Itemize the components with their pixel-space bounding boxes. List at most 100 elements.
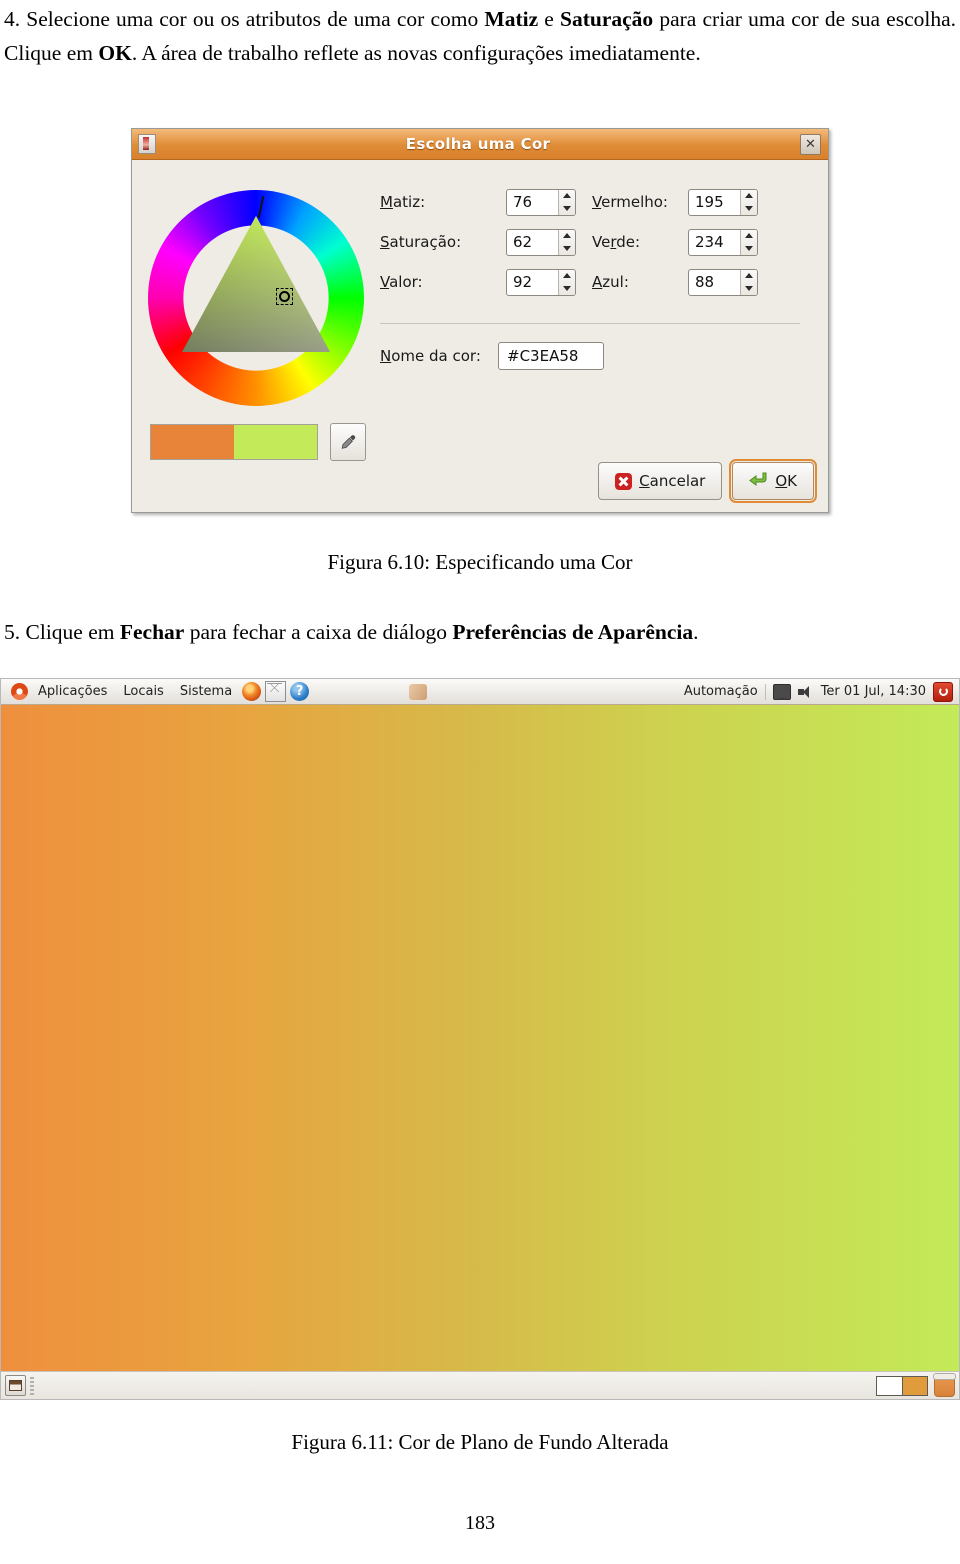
paragraph-4-bold-ok: OK [98, 41, 132, 65]
color-picker-icon [138, 134, 156, 154]
azul-value[interactable]: 88 [689, 270, 740, 295]
cancel-icon [615, 472, 633, 490]
gnome-top-panel[interactable]: Aplicações Locais Sistema ? Automação Te… [1, 679, 959, 705]
power-icon[interactable] [933, 681, 953, 702]
paragraph-5-text-2: para fechar a caixa de diálogo [184, 620, 453, 644]
matiz-spinner[interactable]: 76 [506, 188, 576, 216]
workspace-1[interactable] [877, 1376, 903, 1395]
figure-610-caption: Figura 6.10: Especificando uma Cor [327, 550, 633, 574]
panel-divider [764, 683, 766, 700]
saturacao-value[interactable]: 62 [507, 230, 558, 255]
eyedropper-icon [341, 434, 355, 449]
spin-up-icon[interactable] [563, 273, 571, 279]
panel-applet-icon[interactable] [409, 684, 427, 700]
valor-spinner[interactable]: 92 [506, 268, 576, 296]
label-saturacao: Saturação: [380, 233, 462, 251]
help-icon[interactable]: ? [290, 682, 310, 701]
menu-locais[interactable]: Locais [115, 684, 171, 699]
swatch-row [150, 423, 366, 461]
close-icon[interactable]: ✕ [800, 133, 821, 155]
valor-value[interactable]: 92 [507, 270, 558, 295]
azul-spin-arrows[interactable] [740, 269, 757, 295]
gnome-bottom-panel[interactable] [1, 1371, 959, 1399]
show-desktop-icon[interactable] [5, 1375, 26, 1396]
eyedropper-button[interactable] [330, 423, 366, 461]
dialog-title: Escolha uma Cor [405, 135, 551, 153]
spin-up-icon[interactable] [745, 273, 753, 279]
trash-icon[interactable] [933, 1372, 956, 1397]
color-selection-marker[interactable] [276, 288, 293, 305]
saturation-value-triangle[interactable] [170, 212, 342, 384]
paragraph-5-text-1: Clique em [20, 620, 120, 644]
saturacao-spin-arrows[interactable] [558, 229, 575, 255]
step-number-5: 5. [4, 620, 21, 644]
spin-down-icon[interactable] [563, 285, 571, 291]
firefox-icon[interactable] [242, 682, 262, 701]
dialog-button-row: Cancelar OK [598, 459, 817, 503]
label-vermelho: Vermelho: [592, 193, 668, 211]
color-name-input[interactable]: #C3EA58 [498, 342, 604, 370]
clock-label[interactable]: Ter 01 Jul, 14:30 [821, 684, 926, 699]
ubuntu-logo-icon [11, 683, 28, 700]
verde-spin-arrows[interactable] [740, 229, 757, 255]
instruction-paragraph-5: 5. Clique em Fechar para fechar a caixa … [4, 615, 956, 649]
paragraph-4-bold-saturacao: Saturação [560, 7, 654, 31]
valor-spin-arrows[interactable] [558, 269, 575, 295]
matiz-value[interactable]: 76 [507, 190, 558, 215]
mail-icon[interactable] [265, 681, 287, 702]
desktop-background[interactable] [1, 705, 959, 1371]
section-divider [380, 323, 800, 324]
figure-611-caption: Figura 6.11: Cor de Plano de Fundo Alter… [291, 1430, 669, 1454]
matiz-spin-arrows[interactable] [558, 189, 575, 215]
label-verde: Verde: [592, 233, 641, 251]
page-number: 183 [465, 1512, 495, 1534]
dialog-titlebar[interactable]: Escolha uma Cor ✕ [132, 129, 828, 160]
label-valor: Valor: [380, 273, 423, 291]
ok-button[interactable]: OK [729, 459, 817, 503]
old-color-swatch[interactable] [151, 425, 234, 459]
enter-arrow-icon [749, 471, 768, 491]
spin-down-icon[interactable] [745, 205, 753, 211]
ok-button-label: OK [775, 472, 797, 490]
azul-spinner[interactable]: 88 [688, 268, 758, 296]
field-grid: Matiz: 76 Vermelho: 195 Saturação: 62 Ve… [380, 182, 800, 302]
paragraph-5-text-3: . [693, 620, 699, 644]
workspace-2[interactable] [902, 1376, 927, 1395]
vermelho-spinner[interactable]: 195 [688, 188, 758, 216]
cancel-button[interactable]: Cancelar [598, 462, 723, 500]
panel-grip-handle[interactable] [30, 1376, 34, 1395]
verde-spinner[interactable]: 234 [688, 228, 758, 256]
display-icon[interactable] [772, 683, 791, 700]
paragraph-4-text-4: . A área de trabalho reflete as novas co… [131, 41, 701, 65]
spin-up-icon[interactable] [745, 233, 753, 239]
paragraph-4-text-2: e [538, 7, 561, 31]
saturacao-spinner[interactable]: 62 [506, 228, 576, 256]
color-name-row: Nome da cor: #C3EA58 [380, 342, 604, 370]
volume-icon[interactable] [797, 685, 814, 699]
paragraph-4-bold-matiz: Matiz [484, 7, 539, 31]
spin-down-icon[interactable] [563, 245, 571, 251]
vermelho-value[interactable]: 195 [689, 190, 740, 215]
automation-label[interactable]: Automação [684, 684, 758, 699]
paragraph-4-text-1: Selecione uma cor ou os atributos de uma… [20, 7, 485, 31]
new-color-swatch[interactable] [234, 425, 317, 459]
verde-value[interactable]: 234 [689, 230, 740, 255]
menu-sistema[interactable]: Sistema [172, 684, 240, 699]
spin-up-icon[interactable] [563, 193, 571, 199]
menu-aplicacoes[interactable]: Aplicações [30, 684, 115, 699]
color-chooser-dialog[interactable]: Escolha uma Cor ✕ Matiz: 76 Vermelho: 19… [131, 128, 829, 513]
spin-up-icon[interactable] [745, 193, 753, 199]
color-swatches[interactable] [150, 424, 318, 460]
spin-up-icon[interactable] [563, 233, 571, 239]
spin-down-icon[interactable] [745, 285, 753, 291]
color-value-fields: Matiz: 76 Vermelho: 195 Saturação: 62 Ve… [380, 182, 800, 302]
spin-down-icon[interactable] [563, 205, 571, 211]
paragraph-5-bold-preferencias: Preferências de Aparência [452, 620, 694, 644]
vermelho-spin-arrows[interactable] [740, 189, 757, 215]
workspace-switcher[interactable] [876, 1375, 928, 1396]
spin-down-icon[interactable] [745, 245, 753, 251]
color-wheel-area[interactable] [148, 190, 364, 406]
step-number-4: 4. [4, 7, 21, 31]
label-azul: Azul: [592, 273, 629, 291]
cancel-button-label: Cancelar [639, 472, 706, 490]
